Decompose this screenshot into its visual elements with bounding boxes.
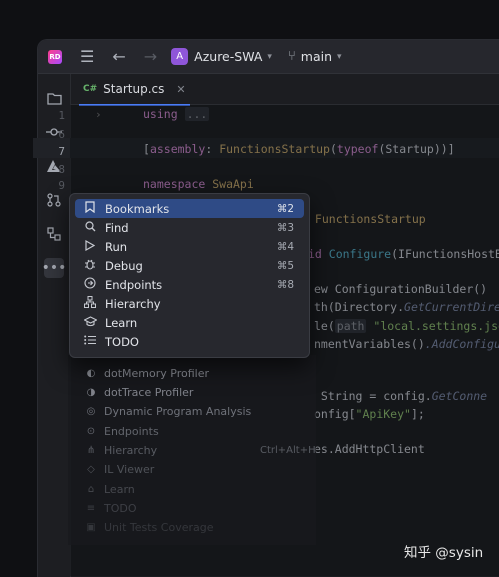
analysis-icon: ◎ [86, 406, 96, 417]
bg-menu-item[interactable]: ⋔ Hierarchy Ctrl+Alt+H [84, 441, 316, 460]
todo-icon [82, 335, 98, 348]
chevron-down-icon[interactable]: ▾ [337, 52, 342, 62]
bg-menu-item[interactable]: ◇ IL Viewer [84, 460, 154, 479]
search-icon [82, 220, 98, 235]
line-number: 7 [58, 145, 65, 158]
back-arrow-icon[interactable]: ← [112, 48, 125, 65]
profiler-icon: ◑ [86, 387, 96, 398]
background-tool-menu: ◐ dotMemory Profiler ◑ dotTrace Profiler ◎… [68, 355, 316, 545]
menu-item-learn[interactable]: Learn [75, 313, 304, 332]
bg-menu-item[interactable]: ◑ dotTrace Profiler [84, 383, 194, 402]
il-viewer-icon: ◇ [87, 464, 95, 475]
learn-icon [82, 315, 98, 330]
hamburger-menu-icon[interactable]: ☰ [80, 48, 94, 65]
bg-menu-item[interactable]: ⌂ Learn [84, 480, 135, 499]
branch-name[interactable]: main [301, 49, 332, 64]
bg-menu-item[interactable]: ⊙ Endpoints [84, 422, 159, 441]
menu-item-endpoints[interactable]: Endpoints ⌘8 [75, 275, 304, 294]
profiler-icon: ◐ [86, 368, 96, 379]
endpoints-icon [82, 277, 98, 292]
bg-menu-item[interactable]: ◐ dotMemory Profiler [84, 364, 209, 383]
chevron-down-icon[interactable]: ▾ [267, 52, 272, 62]
tool-windows-popup: Bookmarks ⌘2 Find ⌘3 Run ⌘4 Debug ⌘5 End… [69, 193, 310, 358]
endpoints-icon: ⊙ [86, 426, 96, 437]
watermark-text: 知乎 @sysin [404, 545, 484, 561]
bg-menu-item[interactable]: ◎ Dynamic Program Analysis [84, 402, 252, 421]
project-badge[interactable]: A [171, 48, 189, 65]
coverage-icon: ▣ [86, 522, 96, 533]
debug-icon [82, 258, 98, 273]
project-name[interactable]: Azure-SWA [194, 49, 262, 64]
todo-icon: ≡ [86, 503, 96, 514]
run-icon [82, 239, 98, 254]
menu-item-run[interactable]: Run ⌘4 [75, 237, 304, 256]
line-number: 8 [58, 163, 65, 176]
line-number: 1 [58, 109, 65, 122]
line-number: 9 [58, 179, 65, 192]
menu-item-bookmarks[interactable]: Bookmarks ⌘2 [75, 199, 304, 218]
bookmark-icon [82, 201, 98, 216]
menu-item-debug[interactable]: Debug ⌘5 [75, 256, 304, 275]
menu-item-hierarchy[interactable]: Hierarchy [75, 294, 304, 313]
menu-item-todo[interactable]: TODO [75, 332, 304, 351]
app-logo: RD [48, 49, 62, 64]
bg-menu-item[interactable]: ≡ TODO [84, 499, 137, 518]
line-number: 6 [58, 128, 65, 141]
forward-arrow-icon[interactable]: → [144, 48, 157, 65]
learn-icon: ⌂ [87, 484, 95, 495]
branch-icon: ⑂ [287, 49, 296, 64]
menu-item-find[interactable]: Find ⌘3 [75, 218, 304, 237]
bg-menu-item[interactable]: ▣ Unit Tests Coverage [84, 518, 213, 537]
hierarchy-icon: ⋔ [86, 445, 96, 456]
hierarchy-icon [82, 296, 98, 311]
